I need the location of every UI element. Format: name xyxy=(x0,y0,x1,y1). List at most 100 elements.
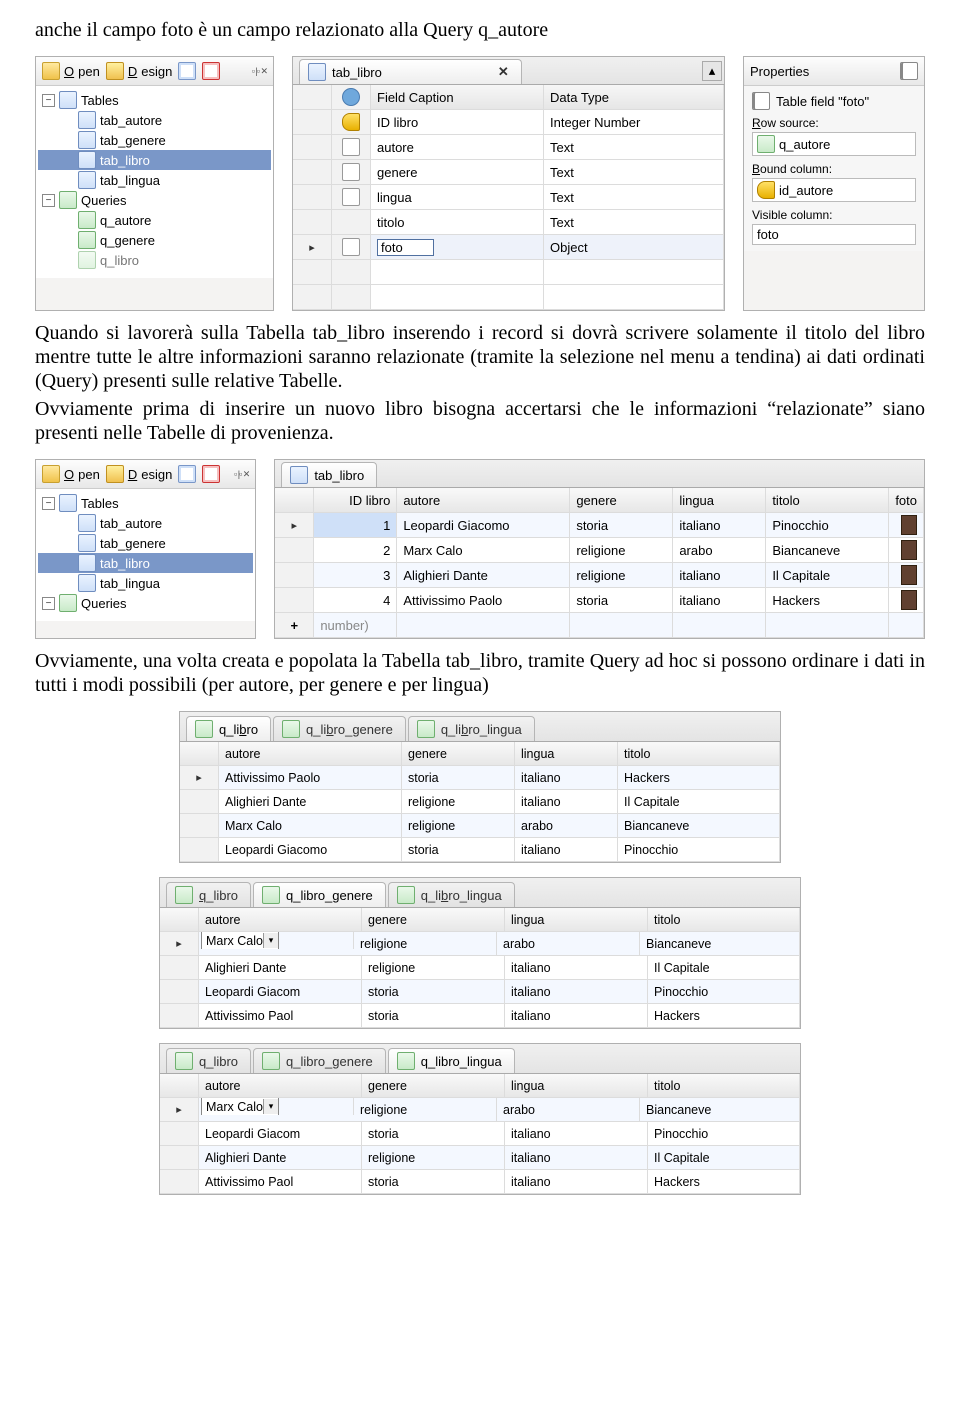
field-name[interactable]: genere xyxy=(371,160,544,184)
table-row[interactable]: Attivissimo PaolstoriaitalianoHackers xyxy=(160,1004,800,1028)
table-row[interactable]: Alighieri DantereligioneitalianoIl Capit… xyxy=(160,956,800,980)
field-name[interactable]: lingua xyxy=(371,185,544,209)
col-autore[interactable]: autore xyxy=(199,1074,362,1097)
screenshot-design-view: Open Design ▫ |▫ ✕ −Tables tab_autore ta… xyxy=(35,56,925,311)
table-row[interactable]: 4Attivissimo PaolostoriaitalianoHackers xyxy=(275,588,924,613)
design-button[interactable]: Design xyxy=(106,62,172,80)
col-id[interactable]: ID libro xyxy=(314,488,397,512)
col-lingua[interactable]: lingua xyxy=(515,742,618,765)
col-genere[interactable]: genere xyxy=(402,742,515,765)
tree-item-tab_lingua[interactable]: tab_lingua xyxy=(38,170,271,190)
autore-combo[interactable]: Marx Calo▾ xyxy=(201,1098,279,1115)
dock-icon[interactable]: ▫ |▫ ✕ xyxy=(252,66,267,77)
row-source-value[interactable]: q_autore xyxy=(752,132,916,156)
col-lingua[interactable]: lingua xyxy=(505,1074,648,1097)
tree-item-tab_lingua[interactable]: tab_lingua xyxy=(38,573,253,593)
add-row-icon[interactable]: + xyxy=(275,613,314,637)
tree-queries[interactable]: −Queries xyxy=(38,593,253,613)
table-row[interactable]: Alighieri DantereligioneitalianoIl Capit… xyxy=(160,1146,800,1170)
open-button[interactable]: Open xyxy=(42,465,100,483)
table-row[interactable]: Leopardi GiacomstoriaitalianoPinocchio xyxy=(160,1122,800,1146)
design-button[interactable]: Design xyxy=(106,465,172,483)
field-type[interactable]: Integer Number xyxy=(544,110,724,134)
scroll-up-icon[interactable]: ▴ xyxy=(702,61,722,81)
tab-q_libro_genere[interactable]: q_libro_genere xyxy=(273,716,406,741)
table-new-row[interactable]: +number) xyxy=(275,613,924,638)
field-name[interactable]: ID libro xyxy=(371,110,544,134)
table-icon xyxy=(78,111,96,129)
table-row[interactable]: Attivissimo PaolostoriaitalianoHackers xyxy=(180,766,780,790)
grid-delete-icon[interactable] xyxy=(202,465,220,483)
col-titolo[interactable]: titolo xyxy=(648,1074,800,1097)
field-name[interactable]: autore xyxy=(371,135,544,159)
table-row[interactable]: Marx CaloreligionearaboBiancaneve xyxy=(180,814,780,838)
tab-q_libro_genere[interactable]: q_libro_genere xyxy=(253,882,386,907)
field-type[interactable]: Text xyxy=(544,210,724,234)
tree-item-q_autore[interactable]: q_autore xyxy=(38,210,271,230)
chevron-down-icon[interactable]: ▾ xyxy=(263,1099,278,1114)
tree-item-tab_genere[interactable]: tab_genere xyxy=(38,533,253,553)
col-autore[interactable]: autore xyxy=(199,908,362,931)
close-icon[interactable]: ✕ xyxy=(498,64,509,80)
col-caption[interactable]: Field Caption xyxy=(371,85,544,109)
field-name[interactable]: titolo xyxy=(371,210,544,234)
grid-icon[interactable] xyxy=(178,465,196,483)
table-row[interactable]: 1Leopardi GiacomostoriaitalianoPinocchio xyxy=(275,513,924,538)
tab-q_libro_lingua[interactable]: q_libro_lingua xyxy=(408,716,535,741)
tab-q_libro[interactable]: q_libro xyxy=(166,1048,251,1073)
tab-q_libro_genere[interactable]: q_libro_genere xyxy=(253,1048,386,1073)
col-titolo[interactable]: titolo xyxy=(648,908,800,931)
field-type[interactable]: Text xyxy=(544,135,724,159)
table-row[interactable]: Leopardi GiacomostoriaitalianoPinocchio xyxy=(180,838,780,862)
chevron-down-icon[interactable]: ▾ xyxy=(263,933,278,948)
tree-item-q_genere[interactable]: q_genere xyxy=(38,230,271,250)
col-titolo[interactable]: titolo xyxy=(618,742,780,765)
col-genere[interactable]: genere xyxy=(570,488,673,512)
field-name-editing[interactable]: foto xyxy=(377,239,434,256)
tab-q_libro_lingua[interactable]: q_libro_lingua xyxy=(388,882,515,907)
tab-q_libro[interactable]: q_libro xyxy=(166,882,251,907)
tree-item-tab_libro[interactable]: tab_libro xyxy=(38,553,253,573)
table-row[interactable]: 3Alighieri DantereligioneitalianoIl Capi… xyxy=(275,563,924,588)
field-type[interactable]: Text xyxy=(544,160,724,184)
table-row[interactable]: 2Marx CaloreligionearaboBiancaneve xyxy=(275,538,924,563)
table-row[interactable]: Marx Calo▾religionearaboBiancaneve xyxy=(160,1098,800,1122)
tree-tables[interactable]: −Tables xyxy=(38,90,271,110)
col-lingua[interactable]: lingua xyxy=(673,488,766,512)
tree-item-tab_autore[interactable]: tab_autore xyxy=(38,513,253,533)
photo-thumbnail xyxy=(901,565,917,585)
tree-item-tab_libro[interactable]: tab_libro xyxy=(38,150,271,170)
col-autore[interactable]: autore xyxy=(219,742,402,765)
col-type[interactable]: Data Type xyxy=(544,85,724,109)
tab-q_libro[interactable]: q_libro xyxy=(186,716,271,741)
open-button[interactable]: Open xyxy=(42,62,100,80)
col-autore[interactable]: autore xyxy=(397,488,570,512)
queries-icon xyxy=(59,594,77,612)
visible-column-value[interactable]: foto xyxy=(752,224,916,245)
col-lingua[interactable]: lingua xyxy=(505,908,648,931)
bound-column-value[interactable]: id_autore xyxy=(752,178,916,202)
grid-icon[interactable] xyxy=(178,62,196,80)
tree-item-q_libro[interactable]: q_libro xyxy=(38,250,271,270)
properties-icon[interactable] xyxy=(900,62,918,80)
tree-item-tab_genere[interactable]: tab_genere xyxy=(38,130,271,150)
tab-tab_libro[interactable]: tab_libro✕ xyxy=(299,59,522,84)
field-type[interactable]: Text xyxy=(544,185,724,209)
tree-tables[interactable]: −Tables xyxy=(38,493,253,513)
col-foto[interactable]: foto xyxy=(889,488,924,512)
col-genere[interactable]: genere xyxy=(362,1074,505,1097)
tab-tab_libro[interactable]: tab_libro xyxy=(281,462,377,487)
table-row[interactable]: Alighieri DantereligioneitalianoIl Capit… xyxy=(180,790,780,814)
grid-delete-icon[interactable] xyxy=(202,62,220,80)
tree-item-tab_autore[interactable]: tab_autore xyxy=(38,110,271,130)
tab-q_libro_lingua[interactable]: q_libro_lingua xyxy=(388,1048,515,1073)
autore-combo[interactable]: Marx Calo▾ xyxy=(201,932,279,949)
col-titolo[interactable]: titolo xyxy=(766,488,889,512)
dock-icon[interactable]: ▫ |▫ ✕ xyxy=(234,469,249,480)
col-genere[interactable]: genere xyxy=(362,908,505,931)
table-row[interactable]: Attivissimo PaolstoriaitalianoHackers xyxy=(160,1170,800,1194)
table-row[interactable]: Marx Calo▾religionearaboBiancaneve xyxy=(160,932,800,956)
field-type[interactable]: Object xyxy=(544,235,724,259)
tree-queries[interactable]: −Queries xyxy=(38,190,271,210)
table-row[interactable]: Leopardi GiacomstoriaitalianoPinocchio xyxy=(160,980,800,1004)
